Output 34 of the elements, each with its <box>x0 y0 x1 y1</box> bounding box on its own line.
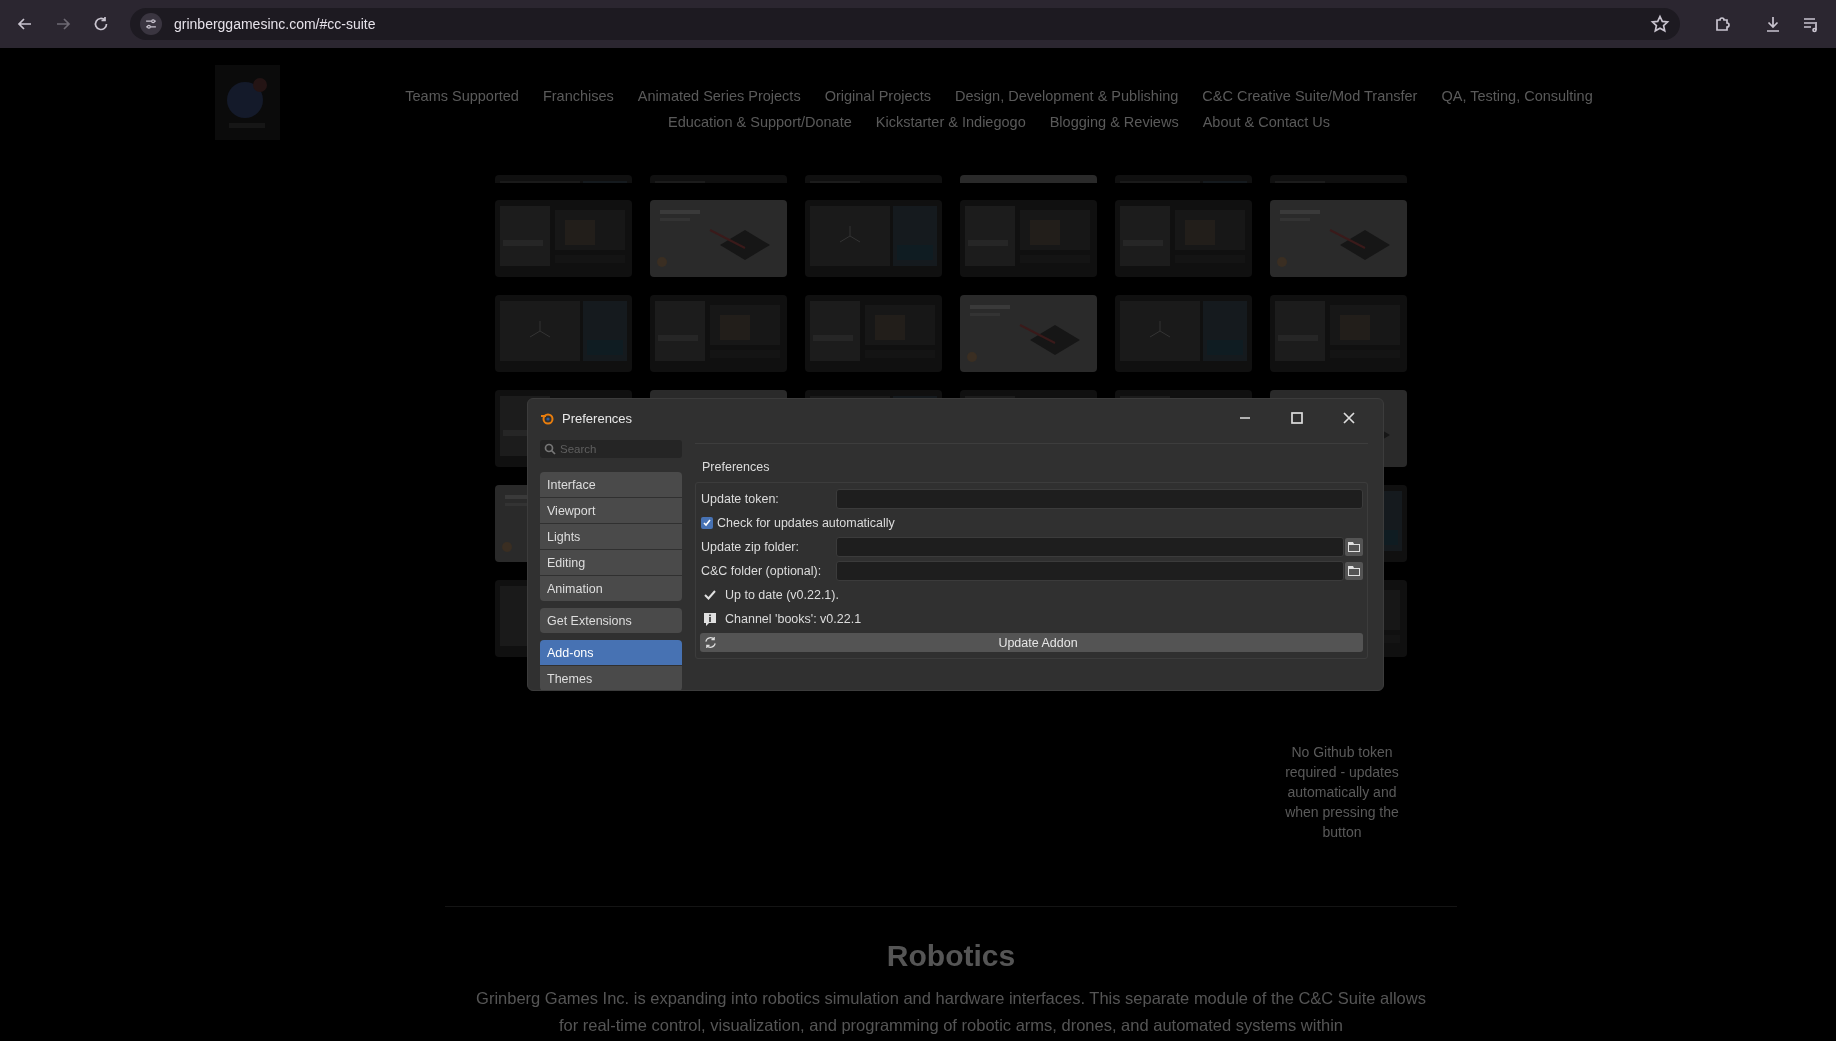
field-label: Update zip folder: <box>700 540 800 554</box>
sidebar-item[interactable]: Interface <box>540 472 682 497</box>
sidebar-item[interactable]: Themes <box>540 666 682 690</box>
nav-link[interactable]: Teams Supported <box>405 88 519 104</box>
checkbox-label: Check for updates automatically <box>717 516 895 530</box>
update-addon-button[interactable]: Update Addon <box>700 633 1363 652</box>
address-bar[interactable]: grinberggamesinc.com/#cc-suite <box>130 8 1680 40</box>
nav-link[interactable]: About & Contact Us <box>1202 114 1330 130</box>
sidebar-item[interactable]: Lights <box>540 524 682 549</box>
sidebar-item[interactable]: Animation <box>540 576 682 601</box>
nav-link[interactable]: Design, Development & Publishing <box>955 88 1179 104</box>
sidebar-item[interactable]: Get Extensions <box>540 608 682 633</box>
status-text: Channel 'books': v0.22.1 <box>725 612 862 626</box>
nav-link[interactable]: Original Projects <box>824 88 931 104</box>
window-title: Preferences <box>562 410 634 426</box>
search-field[interactable]: Search <box>540 440 682 458</box>
status-text: Up to date (v0.22.1). <box>725 588 839 602</box>
nav-link[interactable]: Education & Support/Donate <box>668 114 852 130</box>
sidebar-item[interactable]: Editing <box>540 550 682 575</box>
nav-link[interactable]: Franchises <box>542 88 614 104</box>
section-paragraph: Grinberg Games Inc. is expanding into robotics simulation and hardware interfaces. This separate module of the C&C Suite allows for real-time control, visualization, and programming of robotic arms, drones, and automated systems within <box>475 988 1427 1036</box>
image-caption: No Github token required - updates automatically and when pressing the button <box>1284 743 1400 842</box>
sidebar-item[interactable]: Viewport <box>540 498 682 523</box>
field-label: Update token: <box>700 492 780 506</box>
sidebar-item[interactable]: Add-ons <box>540 640 682 665</box>
nav-link[interactable]: QA, Testing, Consulting <box>1441 88 1593 104</box>
nav-link[interactable]: C&C Creative Suite/Mod Transfer <box>1202 88 1418 104</box>
nav-link[interactable]: Blogging & Reviews <box>1049 114 1179 130</box>
nav-link[interactable]: Kickstarter & Indiegogo <box>875 114 1026 130</box>
url-text: grinberggamesinc.com/#cc-suite <box>174 16 377 32</box>
field-label: C&C folder (optional): <box>700 564 823 578</box>
section-heading: Robotics <box>885 939 1017 973</box>
nav-link[interactable]: Animated Series Projects <box>637 88 801 104</box>
panel-title: Preferences <box>701 459 771 476</box>
